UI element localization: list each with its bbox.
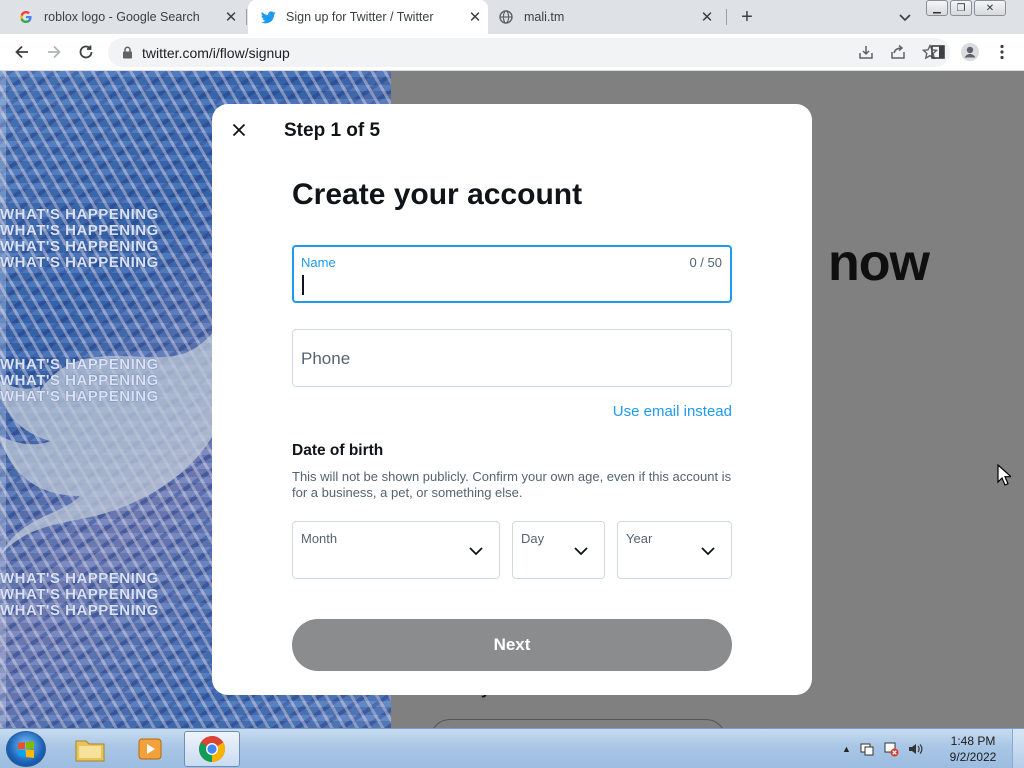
- text-caret: [302, 275, 304, 295]
- taskbar-explorer[interactable]: [62, 731, 118, 767]
- poster-text-line: WHAT'S HAPPENING: [0, 254, 159, 271]
- poster-text-line: WHAT'S HAPPENING: [0, 388, 159, 405]
- chevron-down-icon: [574, 547, 588, 556]
- minimize-button[interactable]: ▁: [926, 0, 948, 16]
- close-tab-icon[interactable]: ✕: [222, 8, 240, 26]
- window-controls: ▁ ❐ ✕: [926, 0, 1006, 18]
- year-label: Year: [626, 531, 653, 546]
- close-icon[interactable]: [229, 120, 249, 140]
- media-player-icon: [138, 738, 162, 760]
- use-email-link[interactable]: Use email instead: [613, 403, 732, 420]
- dob-description: This will not be shown publicly. Confirm…: [292, 469, 732, 500]
- poster-text-line: WHAT'S HAPPENING: [0, 570, 159, 587]
- character-counter: 0 / 50: [689, 255, 722, 270]
- window-close-button[interactable]: ✕: [974, 0, 1006, 16]
- tab-title: mali.tm: [524, 10, 565, 24]
- reload-icon[interactable]: [74, 40, 98, 64]
- windows-logo-icon: [18, 741, 34, 758]
- taskbar-media-player[interactable]: [122, 731, 178, 767]
- tray-expand-icon[interactable]: ▲: [842, 744, 851, 754]
- name-label: Name: [301, 255, 336, 270]
- windows-taskbar: ▲ 1:48 PM 9/2/2022: [0, 728, 1024, 768]
- volume-icon[interactable]: [907, 741, 923, 757]
- side-panel-icon[interactable]: [926, 40, 950, 64]
- clock-date: 9/2/2022: [949, 750, 997, 764]
- signup-dialog: Step 1 of 5 Create your account Name 0 /…: [212, 104, 812, 695]
- chrome-icon: [199, 735, 226, 763]
- dob-title: Date of birth: [292, 442, 384, 459]
- day-label: Day: [521, 531, 545, 546]
- clock-time: 1:48 PM: [950, 734, 996, 748]
- install-icon[interactable]: [856, 42, 876, 62]
- taskbar-chrome[interactable]: [184, 731, 240, 767]
- phone-field[interactable]: Phone: [292, 329, 732, 387]
- day-select[interactable]: Day: [512, 521, 605, 579]
- tab-mali[interactable]: mali.tm ✕: [498, 0, 720, 34]
- chevron-down-icon: [469, 547, 483, 556]
- profile-avatar-icon[interactable]: [958, 40, 982, 64]
- system-tray: ▲: [842, 729, 923, 768]
- tab-twitter-signup[interactable]: Sign up for Twitter / Twitter ✕: [248, 0, 488, 34]
- start-button[interactable]: [6, 731, 46, 767]
- browser-tab-strip: roblox logo - Google Search ✕ Sign up fo…: [0, 0, 1024, 34]
- tab-separator: [246, 9, 247, 25]
- tab-title: roblox logo - Google Search: [44, 10, 200, 24]
- poster-text-line: WHAT'S HAPPENING: [0, 238, 159, 255]
- action-center-icon[interactable]: [859, 741, 875, 757]
- browser-menu-icon[interactable]: [990, 40, 1014, 64]
- poster-text-line: WHAT'S HAPPENING: [0, 356, 159, 373]
- landing-headline: now: [828, 234, 930, 292]
- next-button[interactable]: Next: [292, 619, 732, 671]
- url-text: twitter.com/i/flow/signup: [142, 44, 290, 61]
- step-indicator: Step 1 of 5: [284, 120, 381, 141]
- tab-search-chevron-icon[interactable]: [896, 8, 914, 26]
- mouse-cursor-icon: [997, 464, 1011, 486]
- address-bar[interactable]: twitter.com/i/flow/signup: [108, 38, 950, 67]
- close-tab-icon[interactable]: ✕: [698, 8, 716, 26]
- globe-icon: [498, 9, 514, 25]
- phone-placeholder: Phone: [301, 349, 351, 368]
- system-clock[interactable]: 1:48 PM 9/2/2022: [944, 733, 1002, 765]
- chevron-down-icon: [701, 547, 715, 556]
- poster-text-line: WHAT'S HAPPENING: [0, 206, 159, 223]
- network-icon[interactable]: [883, 741, 899, 757]
- browser-toolbar: twitter.com/i/flow/signup: [0, 34, 1024, 71]
- maximize-button[interactable]: ❐: [950, 0, 972, 16]
- poster-text-line: WHAT'S HAPPENING: [0, 222, 159, 239]
- back-arrow-icon[interactable]: [10, 40, 34, 64]
- tab-separator: [726, 9, 727, 25]
- poster-text-line: WHAT'S HAPPENING: [0, 586, 159, 603]
- page-title: Create your account: [292, 178, 583, 211]
- month-label: Month: [301, 531, 338, 546]
- poster-text-line: WHAT'S HAPPENING: [0, 372, 159, 389]
- google-icon: [18, 9, 34, 25]
- forward-arrow-icon[interactable]: [42, 40, 66, 64]
- sign-in-button[interactable]: [430, 719, 726, 728]
- month-select[interactable]: Month: [292, 521, 500, 579]
- poster-text-line: WHAT'S HAPPENING: [0, 602, 159, 619]
- name-field[interactable]: Name 0 / 50: [292, 245, 732, 303]
- close-tab-icon[interactable]: ✕: [466, 8, 484, 26]
- tab-google-search[interactable]: roblox logo - Google Search ✕: [18, 0, 244, 34]
- year-select[interactable]: Year: [617, 521, 732, 579]
- share-icon[interactable]: [888, 42, 908, 62]
- show-desktop-button[interactable]: [1012, 729, 1024, 768]
- new-tab-button[interactable]: +: [736, 6, 758, 28]
- twitter-bird-icon: [260, 9, 276, 25]
- lock-icon[interactable]: [120, 46, 134, 60]
- folder-icon: [75, 740, 105, 762]
- tab-title: Sign up for Twitter / Twitter: [286, 10, 434, 24]
